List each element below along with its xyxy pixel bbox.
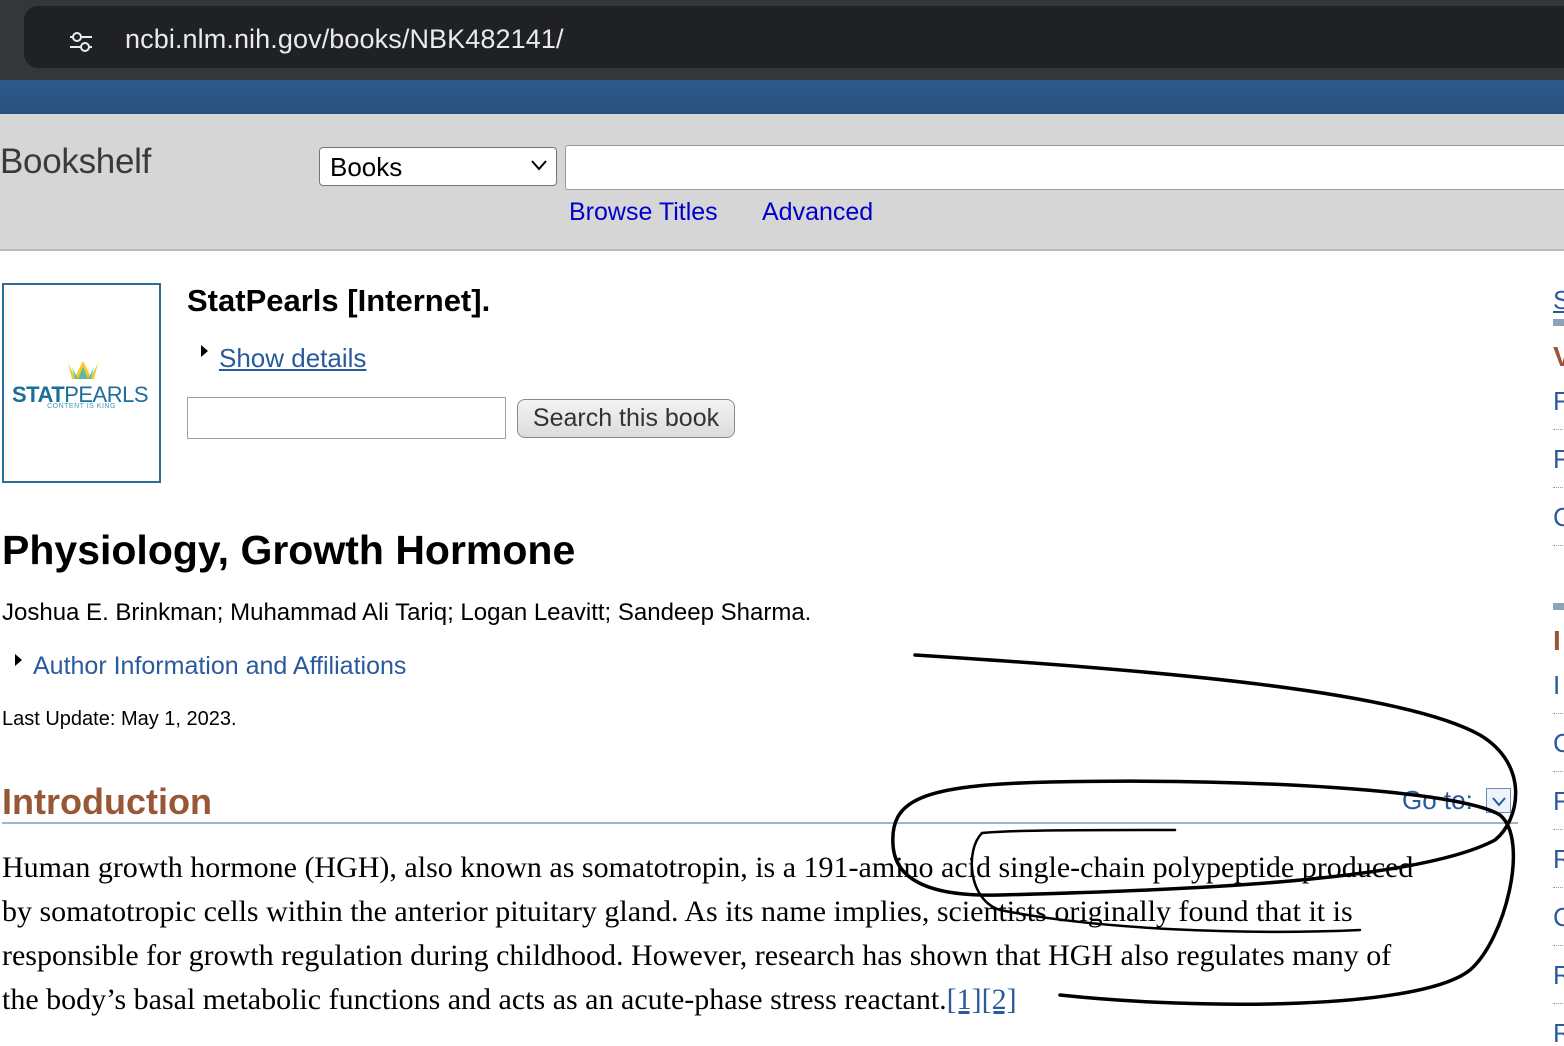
- last-update: Last Update: May 1, 2023.: [2, 708, 237, 730]
- sidebar-item[interactable]: F: [1553, 786, 1564, 817]
- address-bar[interactable]: ncbi.nlm.nih.gov/books/NBK482141/: [24, 6, 1564, 68]
- browse-titles-link[interactable]: Browse Titles: [569, 198, 718, 227]
- browser-toolbar: ncbi.nlm.nih.gov/books/NBK482141/: [0, 0, 1564, 80]
- right-sidebar: S V F F C I I C F R C R R: [1548, 283, 1564, 1046]
- sidebar-heading: V: [1553, 341, 1564, 372]
- introduction-heading: Introduction: [2, 781, 212, 822]
- paragraph-line: by somatotropic cells within the anterio…: [2, 895, 1353, 928]
- sidebar-item[interactable]: R: [1553, 1018, 1564, 1046]
- show-details-link[interactable]: Show details: [219, 343, 366, 374]
- book-search-input[interactable]: [187, 397, 506, 439]
- sidebar-divider: [1553, 487, 1564, 488]
- sidebar-item[interactable]: C: [1553, 902, 1564, 933]
- book-title: StatPearls [Internet].: [187, 283, 491, 318]
- section-divider: [2, 822, 1518, 824]
- sidebar-divider: [1553, 771, 1564, 772]
- advanced-search-link[interactable]: Advanced: [762, 198, 873, 227]
- page-title: Physiology, Growth Hormone: [2, 527, 576, 573]
- sidebar-item[interactable]: F: [1553, 444, 1564, 475]
- ncbi-banner: [0, 80, 1564, 114]
- sidebar-heading: I: [1553, 625, 1561, 656]
- url-text[interactable]: ncbi.nlm.nih.gov/books/NBK482141/: [125, 24, 564, 55]
- chevron-down-icon: [531, 160, 547, 171]
- sidebar-divider: [1553, 887, 1564, 888]
- paragraph-line: responsible for growth regulation during…: [2, 939, 1392, 972]
- sidebar-divider: [1553, 545, 1564, 546]
- sidebar-item[interactable]: R: [1553, 960, 1564, 991]
- tune-icon[interactable]: [68, 30, 94, 54]
- book-cover[interactable]: STATPEARLS CONTENT IS KING: [2, 283, 161, 483]
- reference-links[interactable]: [1][2]: [947, 983, 1017, 1016]
- sidebar-item[interactable]: C: [1553, 502, 1564, 533]
- sidebar-item[interactable]: C: [1553, 728, 1564, 759]
- disclosure-triangle-icon[interactable]: [201, 345, 208, 357]
- author-list: Joshua E. Brinkman; Muhammad Ali Tariq; …: [2, 599, 812, 626]
- sidebar-item[interactable]: R: [1553, 844, 1564, 875]
- sidebar-divider: [1553, 945, 1564, 946]
- disclosure-triangle-icon[interactable]: [15, 654, 22, 666]
- database-select[interactable]: Books: [319, 147, 557, 186]
- sidebar-item[interactable]: F: [1553, 386, 1564, 417]
- sidebar-item[interactable]: I: [1553, 670, 1560, 701]
- sidebar-divider: [1553, 829, 1564, 830]
- sidebar-divider: [1553, 319, 1564, 326]
- sidebar-divider: [1553, 429, 1564, 430]
- search-header: Bookshelf Books Browse Titles Advanced: [0, 114, 1564, 251]
- introduction-paragraph: Human growth hormone (HGH), also known a…: [2, 846, 1517, 1022]
- goto-link[interactable]: Go to:: [1402, 785, 1473, 816]
- sidebar-divider: [1553, 603, 1564, 610]
- sidebar-divider: [1553, 1003, 1564, 1004]
- goto-chevron-icon[interactable]: [1486, 788, 1511, 813]
- statpearls-crown-icon: [68, 361, 98, 379]
- sidebar-item[interactable]: S: [1553, 285, 1564, 316]
- paragraph-line-last: the body’s basal metabolic functions and…: [2, 983, 1017, 1016]
- cover-tagline: CONTENT IS KING: [47, 403, 116, 410]
- database-select-value: Books: [330, 152, 403, 182]
- sidebar-divider: [1553, 713, 1564, 714]
- paragraph-line: Human growth hormone (HGH), also known a…: [2, 851, 1414, 884]
- bookshelf-title[interactable]: Bookshelf: [0, 142, 151, 182]
- search-input[interactable]: [565, 145, 1564, 190]
- author-info-link[interactable]: Author Information and Affiliations: [33, 652, 406, 681]
- search-this-book-button[interactable]: Search this book: [517, 399, 735, 438]
